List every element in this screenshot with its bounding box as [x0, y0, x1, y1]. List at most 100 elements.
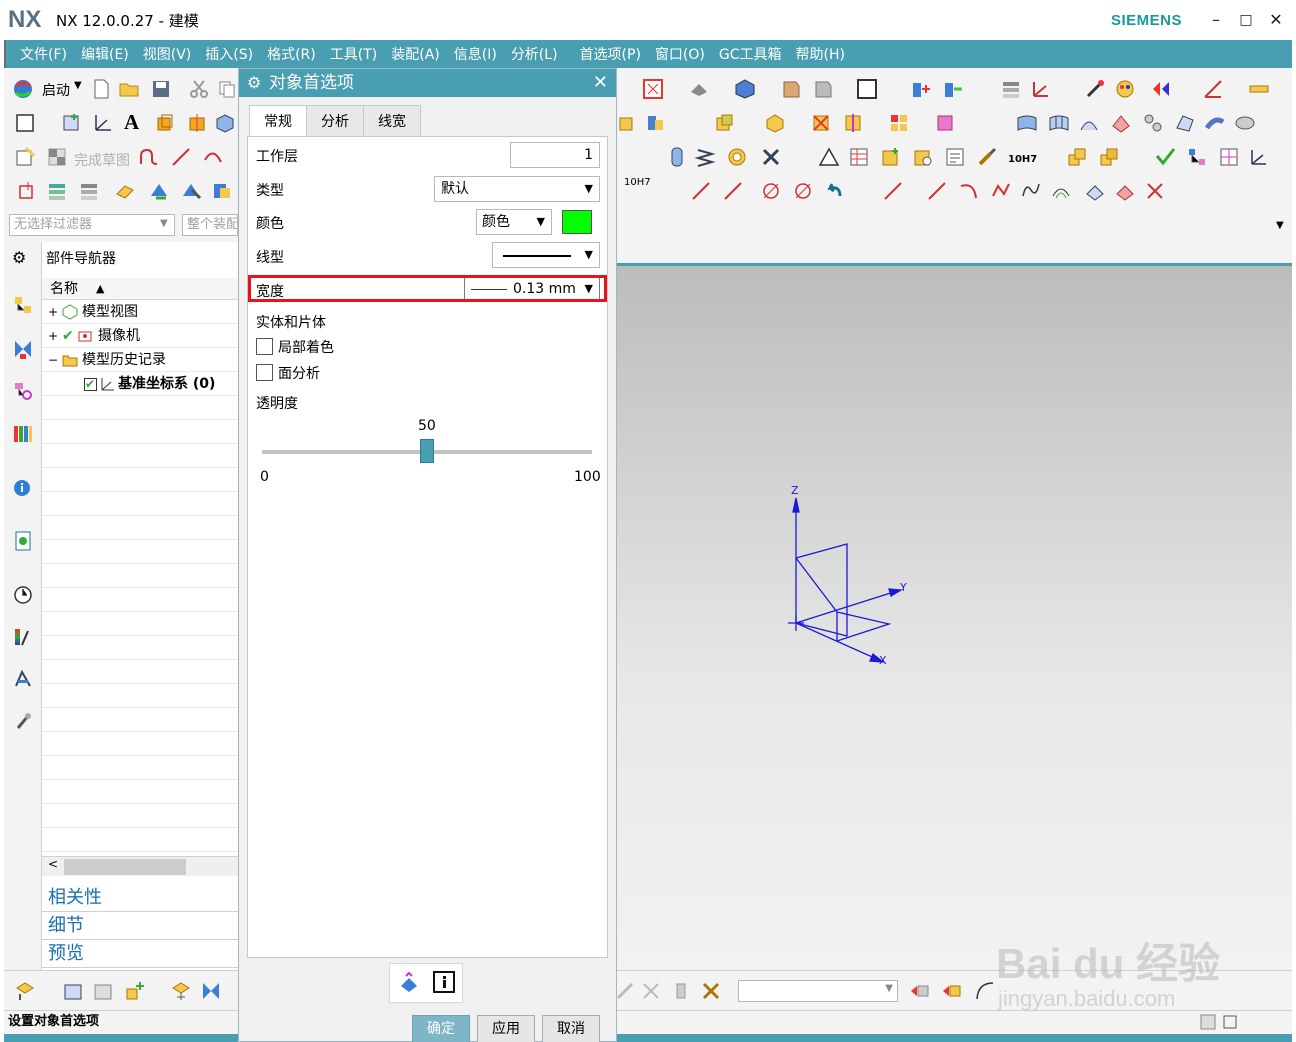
- gear-stack-2-icon[interactable]: [1098, 146, 1120, 168]
- assembly-move-icon[interactable]: [942, 78, 964, 100]
- close-icon[interactable]: ✕: [593, 69, 608, 97]
- sort-up-icon[interactable]: ▲: [96, 278, 104, 300]
- nav-row-datum-csys[interactable]: ✔ 基准坐标系 (0): [42, 372, 238, 396]
- new-file-icon[interactable]: [90, 78, 112, 100]
- expand-icon[interactable]: +: [48, 300, 58, 324]
- layer-icon[interactable]: [1000, 78, 1022, 100]
- reference-set-2-icon[interactable]: [940, 980, 962, 1002]
- part-list-icon[interactable]: [912, 146, 934, 168]
- assembly-yellow-icon[interactable]: [210, 180, 232, 202]
- revolve-icon[interactable]: [186, 112, 208, 134]
- new-component-icon[interactable]: [124, 980, 146, 1002]
- shell-icon[interactable]: [764, 112, 786, 134]
- sketch-rect-icon[interactable]: [14, 112, 36, 134]
- cancel-button[interactable]: 取消: [542, 1015, 600, 1042]
- extrude-icon[interactable]: [154, 112, 176, 134]
- work-layer-input[interactable]: 1: [510, 142, 600, 168]
- circle-slash-2-icon[interactable]: [792, 180, 814, 202]
- info-button-icon[interactable]: [432, 970, 456, 994]
- datum-csys-graphic[interactable]: [617, 266, 1292, 970]
- tab-general[interactable]: 常规: [249, 105, 307, 138]
- curve-tool-icon[interactable]: [974, 980, 996, 1002]
- expand-icon[interactable]: +: [48, 324, 58, 348]
- tolerance-label-2[interactable]: 10H7: [624, 178, 651, 188]
- menu-analysis[interactable]: 分析(L): [511, 44, 558, 64]
- select-icon[interactable]: [1150, 78, 1172, 100]
- intersect-curve-icon[interactable]: [1114, 180, 1136, 202]
- wave-link-icon[interactable]: [614, 980, 636, 1002]
- tools-cross-icon[interactable]: [700, 980, 722, 1002]
- apply-button[interactable]: 应用: [477, 1015, 535, 1042]
- circle-slash-icon[interactable]: [760, 180, 782, 202]
- sketch-icon[interactable]: [14, 146, 36, 168]
- scroll-thumb[interactable]: [64, 859, 186, 875]
- color-dropdown[interactable]: 颜色 ▼: [476, 209, 552, 235]
- line-segment-icon[interactable]: [882, 180, 904, 202]
- spline-icon[interactable]: [1020, 180, 1042, 202]
- finish-sketch-label[interactable]: 完成草图: [74, 150, 130, 170]
- part-add-icon[interactable]: [14, 980, 36, 1002]
- split-body-icon[interactable]: [842, 112, 864, 134]
- polyline-icon[interactable]: [990, 180, 1012, 202]
- part-family-icon[interactable]: [62, 980, 84, 1002]
- chevron-down-icon[interactable]: ▼: [1276, 220, 1284, 231]
- process-studio-icon[interactable]: [12, 668, 34, 690]
- cut-icon[interactable]: [188, 78, 210, 100]
- menu-assembly[interactable]: 装配(A): [391, 44, 440, 64]
- offset-curve-icon[interactable]: [1050, 180, 1072, 202]
- navigator-column-header[interactable]: 名称 ▲: [42, 278, 238, 300]
- datum-csys-icon[interactable]: [92, 112, 114, 134]
- layer-settings-icon[interactable]: [46, 180, 68, 202]
- grid-icon[interactable]: [1218, 146, 1240, 168]
- history-clock-icon[interactable]: [12, 584, 34, 606]
- menu-gc-toolbox[interactable]: GC工具箱: [719, 44, 782, 64]
- palette-icon[interactable]: [1114, 78, 1136, 100]
- graphics-window[interactable]: Z Y X: [617, 266, 1292, 970]
- bearing-icon[interactable]: [726, 146, 748, 168]
- menu-help[interactable]: 帮助(H): [796, 44, 845, 64]
- nav-row-model-views[interactable]: + 模型视图: [42, 300, 238, 324]
- reference-set-icon[interactable]: [908, 980, 930, 1002]
- surface-icon[interactable]: [1016, 112, 1038, 134]
- tolerance-label-1[interactable]: 10H7: [1008, 154, 1037, 165]
- panel-details[interactable]: 细节: [42, 912, 238, 940]
- n-sided-surface-icon[interactable]: [1174, 112, 1196, 134]
- text-icon[interactable]: A: [124, 110, 139, 135]
- open-folder-icon[interactable]: [118, 78, 140, 100]
- table-icon[interactable]: [848, 146, 870, 168]
- ok-button[interactable]: 确定: [412, 1015, 470, 1042]
- close-window-button[interactable]: ✕: [1262, 6, 1290, 34]
- feature-yellow-icon[interactable]: [616, 112, 638, 134]
- assembly-hammer-icon[interactable]: [180, 180, 202, 202]
- type-dropdown[interactable]: 默认 ▼: [434, 176, 600, 202]
- boolean-unite-icon[interactable]: [714, 112, 736, 134]
- eraser-icon[interactable]: [114, 180, 136, 202]
- panel-dependencies[interactable]: 相关性: [42, 884, 238, 912]
- tab-line-width[interactable]: 线宽: [363, 105, 421, 137]
- assembly-navigator-icon[interactable]: [12, 294, 34, 316]
- menu-file[interactable]: 文件(F): [20, 44, 67, 64]
- view-orient-icon[interactable]: [780, 78, 802, 100]
- constraint-icon[interactable]: [200, 980, 222, 1002]
- gear-stack-icon[interactable]: [1066, 146, 1088, 168]
- info-icon[interactable]: [12, 476, 34, 498]
- color-swatch[interactable]: [562, 210, 592, 234]
- chevron-down-icon[interactable]: ▼: [160, 218, 168, 229]
- horizontal-scrollbar[interactable]: <: [42, 856, 238, 876]
- mirror-icon[interactable]: [934, 112, 956, 134]
- line-icon[interactable]: [170, 146, 192, 168]
- collapse-icon[interactable]: −: [48, 348, 58, 372]
- copy-icon[interactable]: [216, 78, 238, 100]
- reuse-library-icon[interactable]: [12, 422, 34, 444]
- line-segment-2-icon[interactable]: [926, 180, 948, 202]
- menu-window[interactable]: 窗口(O): [655, 44, 705, 64]
- trim-curve-icon[interactable]: [1144, 180, 1166, 202]
- sweep-icon[interactable]: [1078, 112, 1100, 134]
- box-icon[interactable]: [214, 112, 236, 134]
- spring-icon[interactable]: [694, 146, 716, 168]
- nav-row-model-history[interactable]: − 模型历史记录: [42, 348, 238, 372]
- render-style-icon[interactable]: [688, 78, 710, 100]
- web-browser-icon[interactable]: [12, 530, 34, 552]
- mesh-surface-icon[interactable]: [1048, 112, 1070, 134]
- menu-edit[interactable]: 编辑(E): [81, 44, 129, 64]
